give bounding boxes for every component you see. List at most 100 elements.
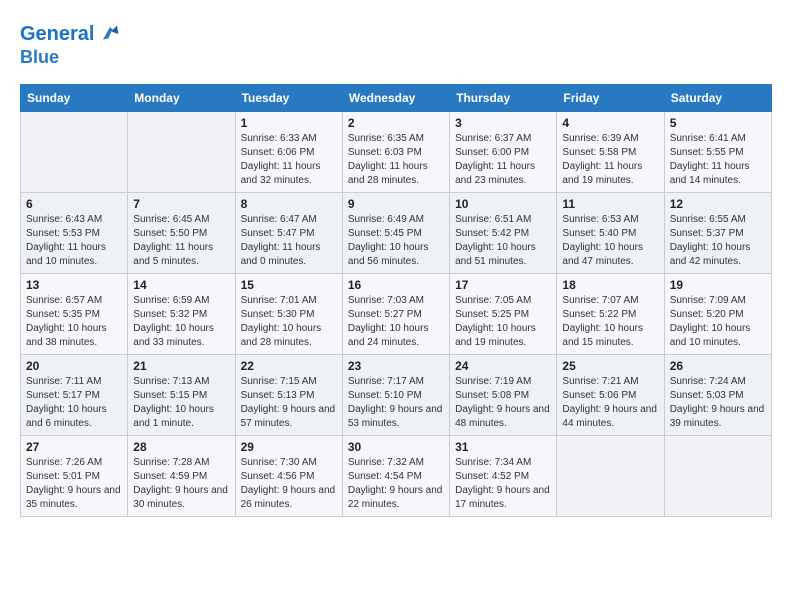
day-info: Sunrise: 7:24 AMSunset: 5:03 PMDaylight:… xyxy=(670,375,766,431)
calendar-cell: 12 Sunrise: 6:55 AMSunset: 5:37 PMDaylig… xyxy=(664,192,771,273)
header-monday: Monday xyxy=(128,84,235,111)
header-tuesday: Tuesday xyxy=(235,84,342,111)
day-info: Sunrise: 6:49 AMSunset: 5:45 PMDaylight:… xyxy=(348,213,444,269)
day-info: Sunrise: 7:05 AMSunset: 5:25 PMDaylight:… xyxy=(455,294,551,350)
calendar-week-row: 6 Sunrise: 6:43 AMSunset: 5:53 PMDayligh… xyxy=(21,192,772,273)
day-number: 4 xyxy=(562,116,658,130)
calendar-cell xyxy=(128,111,235,192)
day-info: Sunrise: 6:51 AMSunset: 5:42 PMDaylight:… xyxy=(455,213,551,269)
calendar-cell: 8 Sunrise: 6:47 AMSunset: 5:47 PMDayligh… xyxy=(235,192,342,273)
day-info: Sunrise: 6:47 AMSunset: 5:47 PMDaylight:… xyxy=(241,213,337,269)
day-info: Sunrise: 6:33 AMSunset: 6:06 PMDaylight:… xyxy=(241,132,337,188)
day-number: 9 xyxy=(348,197,444,211)
day-number: 10 xyxy=(455,197,551,211)
logo: General Blue xyxy=(20,20,124,68)
day-info: Sunrise: 7:30 AMSunset: 4:56 PMDaylight:… xyxy=(241,456,337,512)
day-info: Sunrise: 6:57 AMSunset: 5:35 PMDaylight:… xyxy=(26,294,122,350)
day-number: 20 xyxy=(26,359,122,373)
calendar-cell: 2 Sunrise: 6:35 AMSunset: 6:03 PMDayligh… xyxy=(342,111,449,192)
calendar-cell: 28 Sunrise: 7:28 AMSunset: 4:59 PMDaylig… xyxy=(128,435,235,516)
calendar-cell: 15 Sunrise: 7:01 AMSunset: 5:30 PMDaylig… xyxy=(235,273,342,354)
calendar-cell: 3 Sunrise: 6:37 AMSunset: 6:00 PMDayligh… xyxy=(450,111,557,192)
day-info: Sunrise: 6:35 AMSunset: 6:03 PMDaylight:… xyxy=(348,132,444,188)
day-info: Sunrise: 7:11 AMSunset: 5:17 PMDaylight:… xyxy=(26,375,122,431)
calendar-cell: 31 Sunrise: 7:34 AMSunset: 4:52 PMDaylig… xyxy=(450,435,557,516)
calendar-week-row: 20 Sunrise: 7:11 AMSunset: 5:17 PMDaylig… xyxy=(21,354,772,435)
day-number: 14 xyxy=(133,278,229,292)
calendar-cell xyxy=(664,435,771,516)
day-number: 12 xyxy=(670,197,766,211)
day-info: Sunrise: 6:41 AMSunset: 5:55 PMDaylight:… xyxy=(670,132,766,188)
header-thursday: Thursday xyxy=(450,84,557,111)
calendar-cell: 14 Sunrise: 6:59 AMSunset: 5:32 PMDaylig… xyxy=(128,273,235,354)
day-info: Sunrise: 7:34 AMSunset: 4:52 PMDaylight:… xyxy=(455,456,551,512)
day-info: Sunrise: 6:43 AMSunset: 5:53 PMDaylight:… xyxy=(26,213,122,269)
day-number: 6 xyxy=(26,197,122,211)
page-header: General Blue xyxy=(20,20,772,68)
day-info: Sunrise: 6:45 AMSunset: 5:50 PMDaylight:… xyxy=(133,213,229,269)
day-info: Sunrise: 6:37 AMSunset: 6:00 PMDaylight:… xyxy=(455,132,551,188)
day-number: 8 xyxy=(241,197,337,211)
calendar-cell: 27 Sunrise: 7:26 AMSunset: 5:01 PMDaylig… xyxy=(21,435,128,516)
day-number: 18 xyxy=(562,278,658,292)
day-number: 26 xyxy=(670,359,766,373)
calendar-cell: 23 Sunrise: 7:17 AMSunset: 5:10 PMDaylig… xyxy=(342,354,449,435)
day-info: Sunrise: 7:26 AMSunset: 5:01 PMDaylight:… xyxy=(26,456,122,512)
day-number: 13 xyxy=(26,278,122,292)
day-number: 1 xyxy=(241,116,337,130)
day-number: 31 xyxy=(455,440,551,454)
logo-bird-icon xyxy=(96,20,124,48)
day-info: Sunrise: 7:01 AMSunset: 5:30 PMDaylight:… xyxy=(241,294,337,350)
day-number: 15 xyxy=(241,278,337,292)
calendar-week-row: 13 Sunrise: 6:57 AMSunset: 5:35 PMDaylig… xyxy=(21,273,772,354)
calendar-cell xyxy=(21,111,128,192)
calendar-table: SundayMondayTuesdayWednesdayThursdayFrid… xyxy=(20,84,772,517)
day-number: 2 xyxy=(348,116,444,130)
calendar-header-row: SundayMondayTuesdayWednesdayThursdayFrid… xyxy=(21,84,772,111)
calendar-cell: 20 Sunrise: 7:11 AMSunset: 5:17 PMDaylig… xyxy=(21,354,128,435)
calendar-cell: 4 Sunrise: 6:39 AMSunset: 5:58 PMDayligh… xyxy=(557,111,664,192)
day-info: Sunrise: 6:59 AMSunset: 5:32 PMDaylight:… xyxy=(133,294,229,350)
calendar-cell: 1 Sunrise: 6:33 AMSunset: 6:06 PMDayligh… xyxy=(235,111,342,192)
day-number: 23 xyxy=(348,359,444,373)
calendar-cell xyxy=(557,435,664,516)
calendar-cell: 18 Sunrise: 7:07 AMSunset: 5:22 PMDaylig… xyxy=(557,273,664,354)
day-info: Sunrise: 7:32 AMSunset: 4:54 PMDaylight:… xyxy=(348,456,444,512)
logo-blue-text: Blue xyxy=(20,48,124,68)
calendar-cell: 24 Sunrise: 7:19 AMSunset: 5:08 PMDaylig… xyxy=(450,354,557,435)
day-number: 25 xyxy=(562,359,658,373)
calendar-cell: 6 Sunrise: 6:43 AMSunset: 5:53 PMDayligh… xyxy=(21,192,128,273)
day-number: 30 xyxy=(348,440,444,454)
day-number: 5 xyxy=(670,116,766,130)
calendar-cell: 25 Sunrise: 7:21 AMSunset: 5:06 PMDaylig… xyxy=(557,354,664,435)
calendar-cell: 21 Sunrise: 7:13 AMSunset: 5:15 PMDaylig… xyxy=(128,354,235,435)
header-wednesday: Wednesday xyxy=(342,84,449,111)
calendar-cell: 11 Sunrise: 6:53 AMSunset: 5:40 PMDaylig… xyxy=(557,192,664,273)
day-number: 29 xyxy=(241,440,337,454)
day-info: Sunrise: 7:13 AMSunset: 5:15 PMDaylight:… xyxy=(133,375,229,431)
calendar-cell: 5 Sunrise: 6:41 AMSunset: 5:55 PMDayligh… xyxy=(664,111,771,192)
calendar-cell: 17 Sunrise: 7:05 AMSunset: 5:25 PMDaylig… xyxy=(450,273,557,354)
calendar-cell: 16 Sunrise: 7:03 AMSunset: 5:27 PMDaylig… xyxy=(342,273,449,354)
calendar-cell: 13 Sunrise: 6:57 AMSunset: 5:35 PMDaylig… xyxy=(21,273,128,354)
logo-text: General xyxy=(20,23,94,45)
day-number: 27 xyxy=(26,440,122,454)
day-number: 7 xyxy=(133,197,229,211)
day-number: 22 xyxy=(241,359,337,373)
calendar-cell: 22 Sunrise: 7:15 AMSunset: 5:13 PMDaylig… xyxy=(235,354,342,435)
day-number: 11 xyxy=(562,197,658,211)
calendar-cell: 26 Sunrise: 7:24 AMSunset: 5:03 PMDaylig… xyxy=(664,354,771,435)
day-info: Sunrise: 7:17 AMSunset: 5:10 PMDaylight:… xyxy=(348,375,444,431)
day-number: 3 xyxy=(455,116,551,130)
day-info: Sunrise: 7:28 AMSunset: 4:59 PMDaylight:… xyxy=(133,456,229,512)
calendar-cell: 10 Sunrise: 6:51 AMSunset: 5:42 PMDaylig… xyxy=(450,192,557,273)
calendar-cell: 30 Sunrise: 7:32 AMSunset: 4:54 PMDaylig… xyxy=(342,435,449,516)
day-info: Sunrise: 7:07 AMSunset: 5:22 PMDaylight:… xyxy=(562,294,658,350)
day-number: 21 xyxy=(133,359,229,373)
day-info: Sunrise: 6:53 AMSunset: 5:40 PMDaylight:… xyxy=(562,213,658,269)
day-info: Sunrise: 7:21 AMSunset: 5:06 PMDaylight:… xyxy=(562,375,658,431)
day-number: 16 xyxy=(348,278,444,292)
calendar-cell: 29 Sunrise: 7:30 AMSunset: 4:56 PMDaylig… xyxy=(235,435,342,516)
day-info: Sunrise: 7:03 AMSunset: 5:27 PMDaylight:… xyxy=(348,294,444,350)
calendar-week-row: 1 Sunrise: 6:33 AMSunset: 6:06 PMDayligh… xyxy=(21,111,772,192)
